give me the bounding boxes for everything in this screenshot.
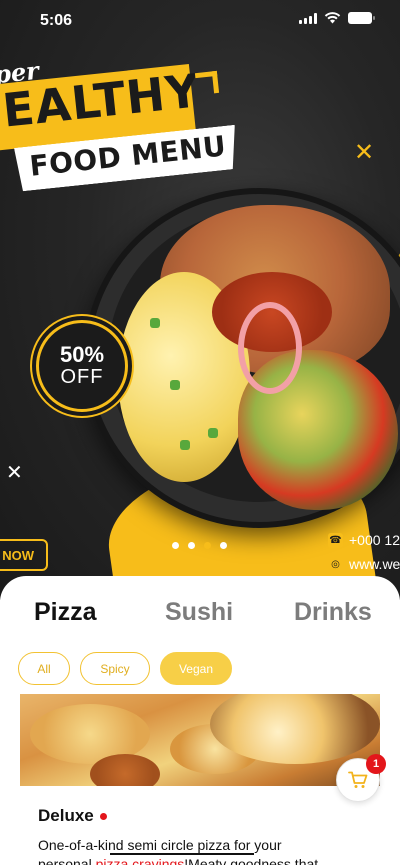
tab-pizza[interactable]: Pizza bbox=[34, 598, 97, 627]
battery-icon bbox=[348, 12, 375, 24]
status-bar: 5:06 bbox=[0, 0, 400, 44]
herb-garnish bbox=[208, 428, 218, 438]
herb-garnish bbox=[150, 318, 160, 328]
carousel-dot[interactable] bbox=[172, 542, 179, 549]
menu-item-name: Deluxe bbox=[38, 806, 94, 825]
order-now-button[interactable]: NOW bbox=[0, 539, 48, 571]
discount-badge: 50% OFF bbox=[36, 320, 128, 412]
discount-off: OFF bbox=[60, 366, 104, 388]
corner-bracket-decoration bbox=[194, 70, 220, 96]
cart-icon bbox=[348, 771, 368, 788]
filter-chips: All Spicy Vegan bbox=[18, 652, 232, 685]
phone-icon: ☎ bbox=[328, 532, 343, 548]
indicator-dot bbox=[99, 812, 107, 820]
status-time: 5:06 bbox=[40, 12, 73, 29]
close-x-icon: ✕ bbox=[6, 462, 23, 484]
description-line2-start: personal bbox=[38, 856, 96, 865]
text-underline-decoration bbox=[110, 853, 254, 855]
filter-chip-spicy[interactable]: Spicy bbox=[80, 652, 150, 685]
globe-icon: ◎ bbox=[328, 556, 343, 572]
herb-garnish bbox=[170, 380, 180, 390]
menu-item-description: One-of-a-kind semi circle pizza for your… bbox=[38, 836, 358, 865]
herb-garnish bbox=[180, 440, 190, 450]
crust-texture bbox=[90, 754, 160, 786]
description-highlight: pizza cravings bbox=[95, 856, 185, 865]
menu-sheet: Pizza Sushi Drinks All Spicy Vegan Delux… bbox=[0, 576, 400, 865]
hero-banner[interactable]: 5:06 per EALTHY FOOD MENU ✕ ✕ 50% OFF NO… bbox=[0, 0, 400, 600]
tab-sushi[interactable]: Sushi bbox=[165, 598, 233, 627]
wifi-icon bbox=[324, 12, 341, 24]
phone-number: +000 12 bbox=[349, 532, 400, 548]
close-x-icon: ✕ bbox=[354, 139, 375, 166]
description-line2-end: !Meaty goodness that bbox=[184, 856, 319, 865]
category-tabs: Pizza Sushi Drinks bbox=[0, 598, 400, 634]
cart-count-badge: 1 bbox=[366, 754, 386, 774]
menu-item-image[interactable] bbox=[20, 694, 380, 786]
phone-contact: ☎ +000 12 bbox=[328, 532, 400, 548]
description-line1: One-of-a-kind semi circle pizza for your bbox=[38, 837, 282, 853]
website-url: www.we bbox=[349, 556, 400, 572]
carousel-dot-active[interactable] bbox=[204, 542, 211, 549]
menu-item-card[interactable]: Deluxe One-of-a-kind semi circle pizza f… bbox=[20, 786, 380, 865]
carousel-dot[interactable] bbox=[188, 542, 195, 549]
filter-chip-vegan[interactable]: Vegan bbox=[160, 652, 232, 685]
pickled-onion bbox=[238, 302, 302, 394]
discount-percent: 50% bbox=[59, 342, 105, 367]
website-contact: ◎ www.we bbox=[328, 556, 400, 572]
signal-icon bbox=[299, 12, 317, 24]
carousel-dot[interactable] bbox=[220, 542, 227, 549]
filter-chip-all[interactable]: All bbox=[18, 652, 70, 685]
status-icons bbox=[299, 12, 375, 24]
carousel-indicator bbox=[172, 542, 227, 549]
tab-drinks[interactable]: Drinks bbox=[294, 598, 372, 627]
menu-item-title: Deluxe bbox=[38, 806, 107, 826]
